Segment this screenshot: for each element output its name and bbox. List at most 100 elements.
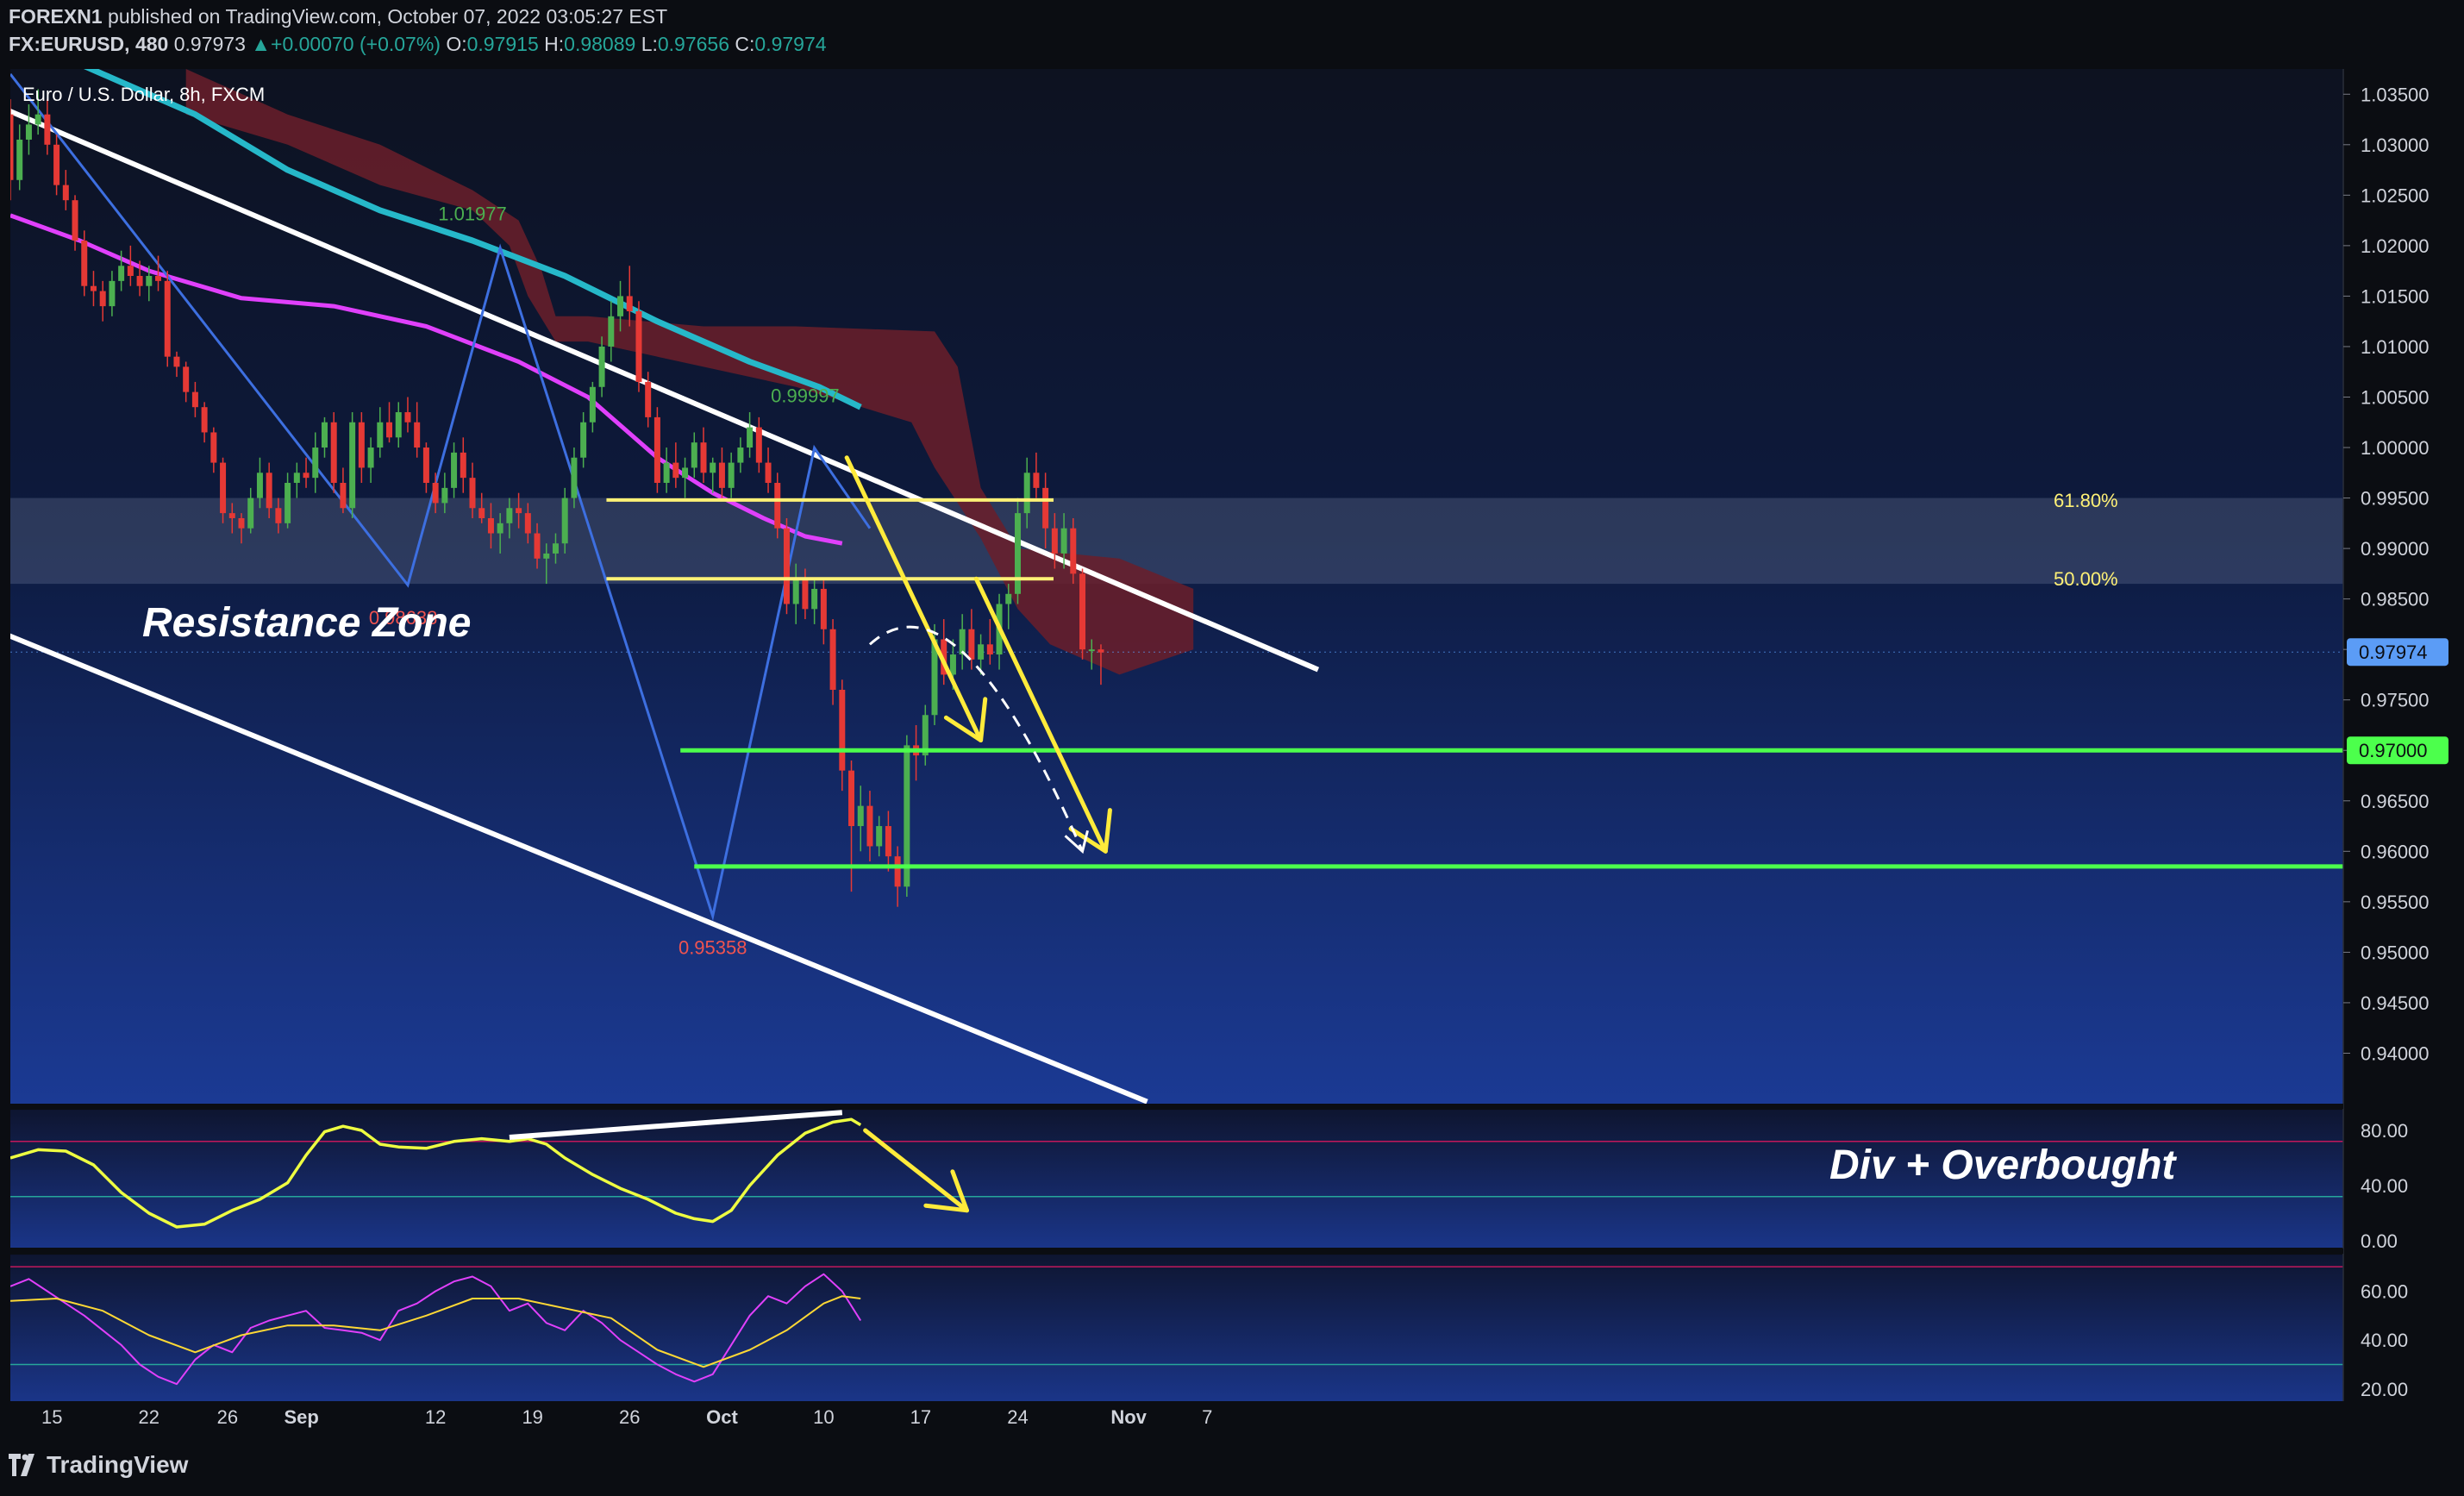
candle-bullish (247, 498, 254, 529)
time-tick-label: 26 (619, 1406, 640, 1428)
candle-bearish (654, 416, 660, 483)
candle-bearish (885, 826, 891, 857)
candle-bearish (1098, 649, 1104, 653)
price-tick-label: 0.95000 (2361, 942, 2430, 963)
candle-bearish (516, 508, 522, 514)
candle-bullish (1005, 593, 1012, 604)
candle-bullish (34, 114, 41, 125)
candle-bearish (774, 483, 781, 529)
candle-bearish (1079, 573, 1086, 650)
candle-bullish (552, 543, 559, 554)
time-tick-label: 17 (910, 1406, 931, 1428)
candle-bearish (534, 533, 541, 559)
candle-bearish (765, 462, 772, 483)
candle-bullish (293, 473, 300, 483)
candle-bullish (959, 629, 966, 655)
candle-bearish (330, 422, 337, 483)
candle-bearish (829, 629, 836, 690)
candle-bullish (543, 553, 550, 559)
candle-bullish (608, 316, 615, 347)
candle-bearish (700, 442, 707, 473)
candle-bullish (367, 448, 374, 468)
resistance-zone-label: Resistance Zone (142, 600, 471, 646)
pivot-label: 1.01977 (438, 203, 507, 225)
candle-bearish (386, 422, 393, 438)
candle-bearish (755, 427, 762, 463)
candle-bullish (25, 124, 32, 140)
candle-bearish (986, 644, 993, 655)
candle-bullish (617, 296, 624, 316)
price-tick-label: 1.03500 (2361, 84, 2430, 105)
time-tick-label: Sep (285, 1406, 319, 1428)
price-tick-label: 1.00000 (2361, 437, 2430, 459)
candle-bearish (635, 310, 642, 382)
candle-bearish (62, 185, 69, 201)
candle-bearish (432, 483, 439, 504)
candle-bearish (848, 770, 855, 827)
candle-bullish (321, 422, 328, 448)
price-tick-label: 1.02500 (2361, 185, 2430, 206)
candle-bearish (839, 690, 846, 771)
candle-bullish (857, 805, 864, 827)
candle-bearish (340, 483, 347, 509)
candle-bullish (395, 412, 402, 438)
candle-bearish (72, 200, 78, 241)
candle-bearish (414, 422, 421, 448)
candle-bullish (1023, 473, 1030, 514)
price-tick-label: 1.01000 (2361, 336, 2430, 358)
rsi-tick-label: 40.00 (2361, 1330, 2408, 1351)
candle-bearish (866, 805, 873, 847)
candle-bearish (460, 452, 466, 479)
candle-bearish (1070, 528, 1077, 574)
candle-bullish (792, 579, 799, 604)
candle-bullish (1088, 649, 1095, 652)
candle-bearish (155, 276, 162, 281)
price-tick-label: 0.94500 (2361, 992, 2430, 1014)
price-tick-label: 1.03000 (2361, 135, 2430, 156)
candle-bullish (109, 280, 116, 307)
candle-bearish (90, 285, 97, 291)
candle-bearish (99, 291, 106, 307)
candle-bullish (876, 826, 883, 847)
candle-bullish (682, 467, 689, 479)
candle-bearish (275, 508, 282, 523)
price-tick-label: 0.97500 (2361, 690, 2430, 711)
candle-bearish (228, 513, 235, 518)
candle-bullish (580, 422, 587, 458)
time-tick-label: Oct (706, 1406, 738, 1428)
candle-bearish (894, 856, 901, 887)
candle-bearish (524, 513, 531, 534)
time-tick-label: 12 (425, 1406, 446, 1428)
candle-bearish (238, 517, 245, 529)
time-tick-label: 24 (1007, 1406, 1028, 1428)
candle-bullish (978, 644, 985, 660)
candle-bullish (451, 452, 458, 488)
price-chart[interactable]: 61.80%50.00%1.019770.999970.986380.95358… (0, 0, 2464, 1496)
candle-bearish (183, 366, 190, 392)
tradingview-brand[interactable]: TradingView (9, 1451, 188, 1479)
fib-level-label: 50.00% (2054, 568, 2118, 590)
candle-bullish (441, 487, 448, 504)
stoch-tick-label: 0.00 (2361, 1230, 2398, 1252)
candle-bullish (737, 448, 744, 463)
candle-bullish (571, 457, 578, 498)
candle-bearish (164, 280, 171, 357)
candle-bearish (358, 422, 365, 468)
candle-bullish (1060, 528, 1067, 554)
time-tick-label: 26 (217, 1406, 238, 1428)
price-tick-label: 0.98500 (2361, 589, 2430, 610)
candle-bearish (783, 528, 790, 604)
candle-bullish (312, 448, 319, 479)
pivot-label: 0.99997 (771, 385, 840, 406)
candle-bearish (303, 473, 310, 479)
fib-level-label: 61.80% (2054, 490, 2118, 511)
rsi-tick-label: 60.00 (2361, 1281, 2408, 1303)
candle-bullish (146, 276, 153, 286)
candle-bullish (349, 422, 356, 509)
candle-bearish (53, 144, 60, 185)
candle-bearish (191, 391, 198, 408)
rsi-tick-label: 20.00 (2361, 1379, 2408, 1400)
price-tick-label: 0.94000 (2361, 1042, 2430, 1064)
tradingview-logo-icon (9, 1454, 40, 1476)
candle-bearish (210, 432, 217, 463)
